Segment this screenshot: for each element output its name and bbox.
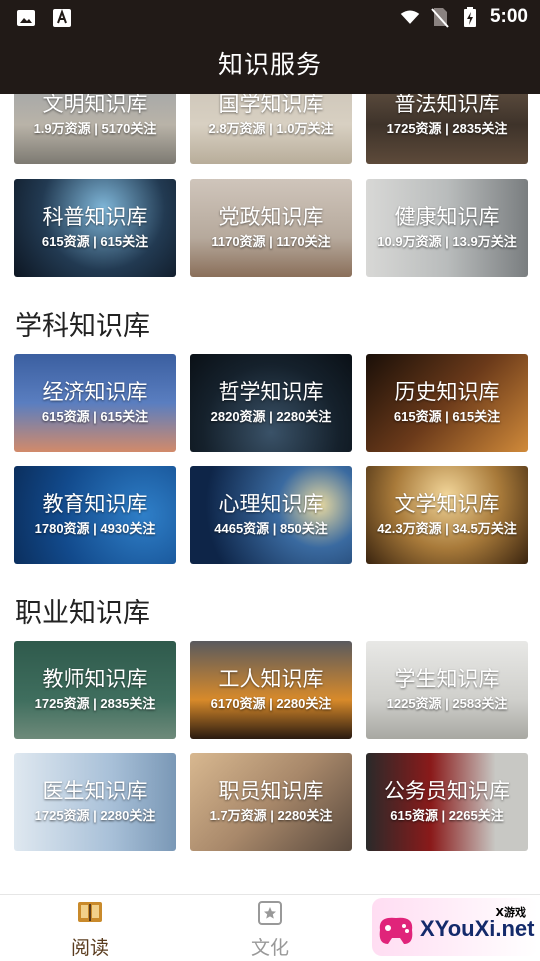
kb-card-title: 普法知识库 [394, 94, 500, 116]
kb-card-jiaoyu[interactable]: 教育知识库 1780资源 | 4930关注 [14, 466, 176, 564]
image-icon [16, 8, 36, 28]
kb-card-title: 医生知识库 [42, 779, 148, 803]
kb-card-stats: 4465资源 | 850关注 [214, 521, 328, 536]
kb-card-stats: 1725资源 | 2280关注 [34, 808, 156, 823]
kb-card-title: 哲学知识库 [218, 380, 324, 404]
kb-card-title: 教育知识库 [42, 492, 148, 516]
kb-card-jingji[interactable]: 经济知识库 615资源 | 615关注 [14, 354, 176, 452]
kb-card-title: 科普知识库 [42, 205, 148, 229]
kb-card-jiaoshi[interactable]: 教师知识库 1725资源 | 2835关注 [14, 641, 176, 739]
kb-card-stats: 1725资源 | 2835关注 [386, 121, 508, 136]
gamepad-logo-icon [374, 910, 418, 954]
watermark-text: XYouXi.net [420, 916, 535, 941]
section-title-zhiye: 职业知识库 [15, 598, 150, 629]
kb-card-stats: 1.7万资源 | 2280关注 [209, 808, 333, 823]
kb-card-stats: 2.8万资源 | 1.0万关注 [208, 121, 334, 136]
kb-card-stats: 615资源 | 2265关注 [390, 808, 504, 823]
no-sim-icon [430, 7, 450, 28]
kb-card-title: 公务员知识库 [384, 779, 510, 803]
kb-card-stats: 1225资源 | 2583关注 [386, 696, 508, 711]
kb-card-stats: 2820资源 | 2280关注 [210, 409, 332, 424]
nav-item-culture[interactable]: 文化 [180, 895, 360, 961]
kb-card-dangzheng[interactable]: 党政知识库 1170资源 | 1170关注 [190, 179, 352, 277]
kb-card-title: 经济知识库 [42, 380, 148, 404]
wifi-icon [400, 7, 420, 27]
kb-card-guoxue[interactable]: 国学知识库 2.8万资源 | 1.0万关注 [190, 94, 352, 164]
kb-card-title: 心理知识库 [218, 492, 324, 516]
kb-card-stats: 6170资源 | 2280关注 [210, 696, 332, 711]
kb-card-title: 党政知识库 [218, 205, 324, 229]
clock: 5:00 [489, 6, 528, 27]
kb-card-stats: 615资源 | 615关注 [41, 234, 149, 249]
kb-card-zhexue[interactable]: 哲学知识库 2820资源 | 2280关注 [190, 354, 352, 452]
kb-card-stats: 1.9万资源 | 5170关注 [33, 121, 157, 136]
text-a-icon [52, 8, 72, 28]
kb-card-kepu[interactable]: 科普知识库 615资源 | 615关注 [14, 179, 176, 277]
nav-label: 阅读 [70, 937, 109, 959]
kb-card-stats: 615资源 | 615关注 [41, 409, 149, 424]
kb-card-title: 文学知识库 [394, 492, 500, 516]
kb-card-lishi[interactable]: 历史知识库 615资源 | 615关注 [366, 354, 528, 452]
kb-card-xuesheng[interactable]: 学生知识库 1225资源 | 2583关注 [366, 641, 528, 739]
kb-card-jiankang[interactable]: 健康知识库 10.9万资源 | 13.9万关注 [366, 179, 528, 277]
kb-card-stats: 42.3万资源 | 34.5万关注 [377, 521, 517, 536]
status-bar: 5:00 [0, 0, 540, 36]
kb-card-zhiyuan[interactable]: 职员知识库 1.7万资源 | 2280关注 [190, 753, 352, 851]
section-title-xueke: 学科知识库 [15, 311, 150, 342]
kb-card-title: 职员知识库 [218, 779, 324, 803]
kb-card-title: 教师知识库 [42, 667, 148, 691]
nav-label: 文化 [250, 937, 289, 959]
page-title: 知识服务 [0, 36, 540, 94]
watermark: X游戏 XYouXi.net [372, 898, 538, 956]
kb-card-xinli[interactable]: 心理知识库 4465资源 | 850关注 [190, 466, 352, 564]
kb-card-gongren[interactable]: 工人知识库 6170资源 | 2280关注 [190, 641, 352, 739]
kb-card-title: 健康知识库 [394, 205, 500, 229]
kb-card-stats: 615资源 | 615关注 [393, 409, 501, 424]
kb-card-stats: 10.9万资源 | 13.9万关注 [377, 234, 517, 249]
book-icon [76, 899, 104, 927]
kb-card-gongwuyuan[interactable]: 公务员知识库 615资源 | 2265关注 [366, 753, 528, 851]
nav-item-reading[interactable]: 阅读 [0, 895, 180, 961]
kb-card-yisheng[interactable]: 医生知识库 1725资源 | 2280关注 [14, 753, 176, 851]
kb-card-pufa[interactable]: 普法知识库 1725资源 | 2835关注 [366, 94, 528, 164]
kb-card-title: 历史知识库 [394, 380, 500, 404]
kb-card-wenxue[interactable]: 文学知识库 42.3万资源 | 34.5万关注 [366, 466, 528, 564]
kb-card-stats: 1170资源 | 1170关注 [211, 234, 331, 249]
kb-card-title: 国学知识库 [218, 94, 324, 116]
knowledge-list[interactable]: 文明知识库 1.9万资源 | 5170关注 国学知识库 2.8万资源 | 1.0… [0, 94, 540, 894]
star-square-icon [256, 899, 284, 927]
kb-card-wenming[interactable]: 文明知识库 1.9万资源 | 5170关注 [14, 94, 176, 164]
kb-card-title: 工人知识库 [218, 667, 324, 691]
kb-card-stats: 1725资源 | 2835关注 [34, 696, 156, 711]
kb-card-title: 文明知识库 [42, 94, 148, 116]
kb-card-title: 学生知识库 [394, 667, 500, 691]
kb-card-stats: 1780资源 | 4930关注 [34, 521, 156, 536]
battery-charging-icon [460, 7, 480, 27]
